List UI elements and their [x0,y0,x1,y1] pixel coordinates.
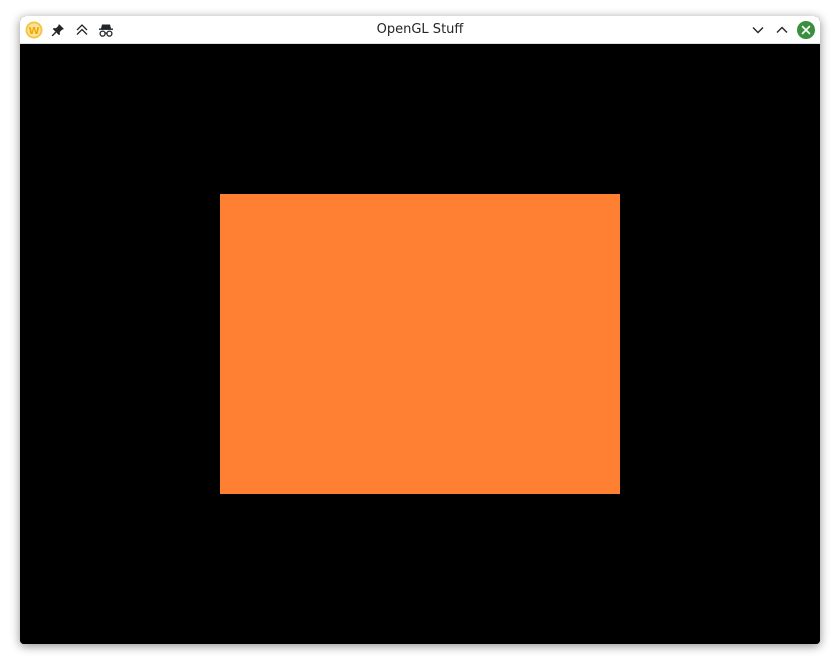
app-window: W OpenGL Stuff [20,16,820,644]
maximize-icon[interactable] [772,20,792,40]
titlebar[interactable]: W OpenGL Stuff [20,16,820,44]
close-icon[interactable] [796,20,816,40]
minimize-icon[interactable] [748,20,768,40]
svg-text:W: W [28,26,39,37]
keep-above-icon[interactable] [72,20,92,40]
pin-icon[interactable] [48,20,68,40]
app-logo-icon[interactable]: W [24,20,44,40]
incognito-icon[interactable] [96,20,116,40]
window-title: OpenGL Stuff [376,22,464,37]
orange-rectangle [220,194,620,494]
opengl-canvas[interactable] [20,44,820,644]
